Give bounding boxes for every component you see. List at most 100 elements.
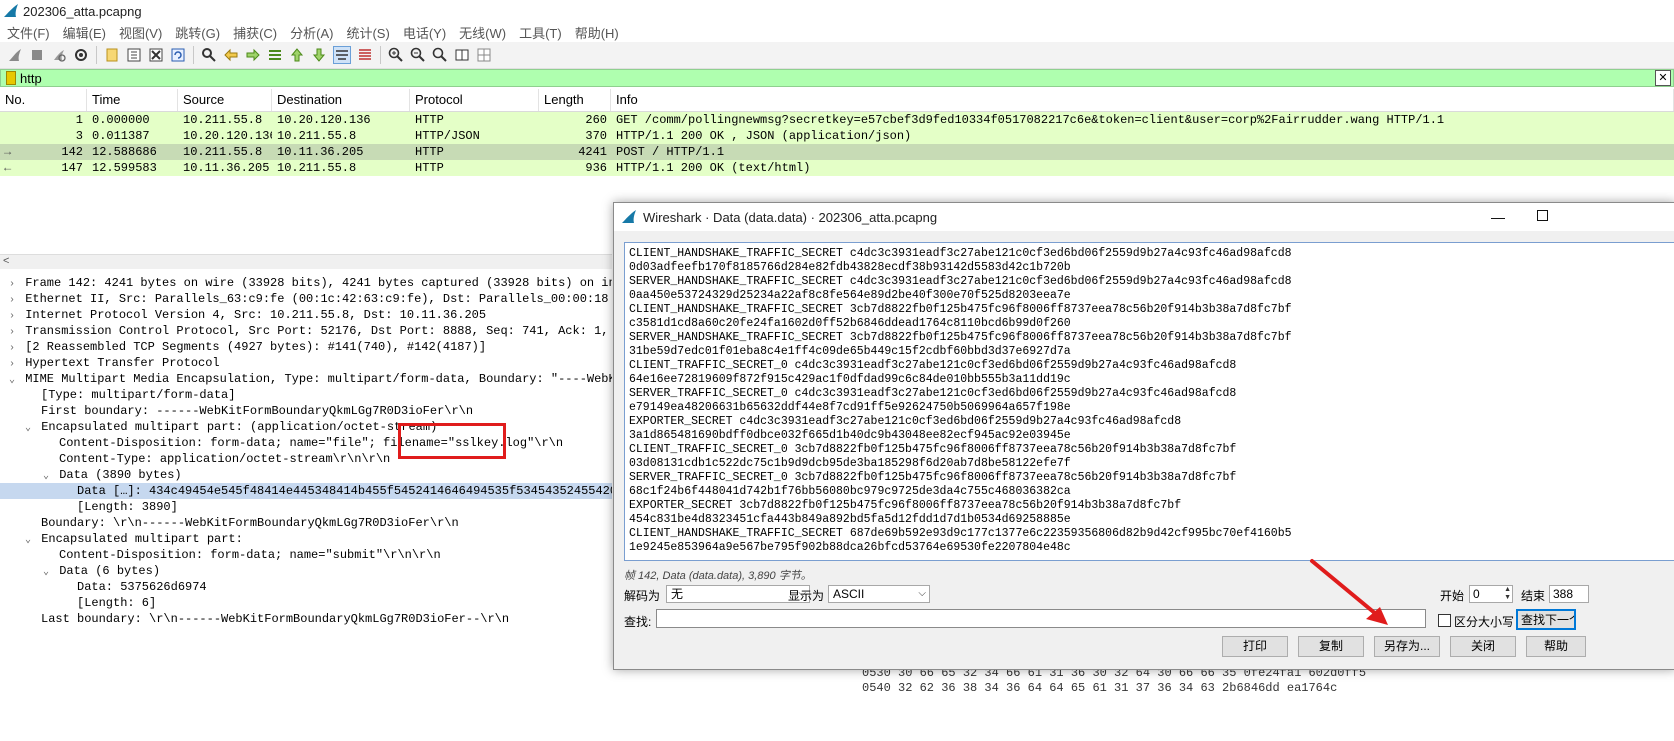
tree-item[interactable]: ⌄ MIME Multipart Media Encapsulation, Ty… <box>0 371 612 387</box>
zoom-normal-icon[interactable] <box>432 47 448 63</box>
tree-item[interactable]: ⌄ Encapsulated multipart part: <box>0 531 612 547</box>
packet-row-selected[interactable]: → 142 12.588686 10.211.55.8 10.11.36.205 … <box>0 144 1674 160</box>
start-spinbox[interactable]: 0 ▲ ▼ <box>1469 585 1513 603</box>
menu-statistics[interactable]: 统计(S) <box>339 23 395 42</box>
column-destination[interactable]: Destination <box>272 89 410 111</box>
bytes-text-view[interactable]: CLIENT_HANDSHAKE_TRAFFIC_SECRET c4dc3c39… <box>624 242 1674 561</box>
stop-capture-icon[interactable] <box>29 47 45 63</box>
last-packet-icon[interactable] <box>311 47 327 63</box>
show-as-label: 显示为 <box>788 589 825 603</box>
zoom-in-icon[interactable] <box>388 47 404 63</box>
packet-time: 0.000000 <box>92 113 150 127</box>
tree-item[interactable]: Content-Disposition: form-data; name="fi… <box>0 435 612 451</box>
restart-capture-icon[interactable] <box>51 47 67 63</box>
colorize-icon[interactable] <box>357 47 373 63</box>
column-source[interactable]: Source <box>178 89 272 111</box>
packet-row[interactable]: ← 147 12.599583 10.11.36.205 10.211.55.8 … <box>0 160 1674 176</box>
resize-columns-icon[interactable] <box>454 47 470 63</box>
packet-list-scrollbar[interactable]: < <box>0 254 612 269</box>
packet-protocol: HTTP <box>415 145 444 159</box>
text-line: 1e9245e853964a9e567be795f902b88dca26bfcd… <box>629 541 1071 554</box>
spin-arrows-icon[interactable]: ▲ ▼ <box>1504 586 1511 602</box>
menu-wireless[interactable]: 无线(W) <box>452 23 512 42</box>
go-back-icon[interactable] <box>223 47 239 63</box>
packet-length: 4241 <box>578 145 607 159</box>
zoom-out-icon[interactable] <box>410 47 426 63</box>
case-sensitive-checkbox[interactable] <box>1438 614 1451 627</box>
tree-item[interactable]: [Length: 3890] <box>0 499 612 515</box>
tree-item[interactable]: Last boundary: \r\n------WebKitFormBound… <box>0 611 612 627</box>
maximize-icon[interactable] <box>1532 207 1552 227</box>
tree-item[interactable]: Content-Disposition: form-data; name="su… <box>0 547 612 563</box>
packet-row[interactable]: 3 0.011387 10.20.120.136 10.211.55.8 HTT… <box>0 128 1674 144</box>
packet-destination: 10.11.36.205 <box>277 145 364 159</box>
menu-analyze[interactable]: 分析(A) <box>283 23 339 42</box>
open-file-icon[interactable] <box>104 47 120 63</box>
tree-item[interactable]: ⌄ Data (3890 bytes) <box>0 467 612 483</box>
menu-edit[interactable]: 编辑(E) <box>56 23 112 42</box>
clear-filter-icon[interactable]: ✕ <box>1655 70 1671 86</box>
end-spinbox[interactable]: 388 <box>1549 585 1589 603</box>
tree-item[interactable]: Content-Type: application/octet-stream\r… <box>0 451 612 467</box>
tree-item[interactable]: [Type: multipart/form-data] <box>0 387 612 403</box>
copy-button[interactable]: 复制 <box>1298 636 1364 657</box>
column-length[interactable]: Length <box>539 89 611 111</box>
go-to-packet-icon[interactable] <box>267 47 283 63</box>
tree-item[interactable]: › Frame 142: 4241 bytes on wire (33928 b… <box>0 275 612 291</box>
bookmark-icon[interactable] <box>6 71 16 85</box>
tree-item[interactable]: Data: 5375626d6974 <box>0 579 612 595</box>
tree-item[interactable]: › Hypertext Transfer Protocol <box>0 355 612 371</box>
text-line: CLIENT_TRAFFIC_SECRET_0 c4dc3c3931eadf3c… <box>629 359 1237 372</box>
find-next-button[interactable]: 查找下一个 <box>1516 609 1576 630</box>
layout-icon[interactable] <box>476 47 492 63</box>
tree-item[interactable]: ⌄ Encapsulated multipart part: (applicat… <box>0 419 612 435</box>
menu-tools[interactable]: 工具(T) <box>512 23 568 42</box>
reload-file-icon[interactable] <box>170 47 186 63</box>
text-line: CLIENT_HANDSHAKE_TRAFFIC_SECRET 687de69b… <box>629 527 1292 540</box>
wireshark-fin-icon <box>4 4 18 17</box>
tree-item[interactable]: [Length: 6] <box>0 595 612 611</box>
menu-go[interactable]: 跳转(G) <box>168 23 226 42</box>
show-as-select[interactable]: ASCII ⌵ <box>828 585 930 603</box>
chevron-down-icon: ⌵ <box>918 588 926 599</box>
find-packet-icon[interactable] <box>201 47 217 63</box>
menu-file[interactable]: 文件(F) <box>0 23 56 42</box>
menu-view[interactable]: 视图(V) <box>112 23 168 42</box>
close-file-icon[interactable] <box>148 47 164 63</box>
column-protocol[interactable]: Protocol <box>410 89 539 111</box>
request-link-icon: → <box>4 145 12 159</box>
packet-row[interactable]: 1 0.000000 10.211.55.8 10.20.120.136 HTT… <box>0 112 1674 128</box>
go-forward-icon[interactable] <box>245 47 261 63</box>
first-packet-icon[interactable] <box>289 47 305 63</box>
tree-item[interactable]: › Internet Protocol Version 4, Src: 10.2… <box>0 307 612 323</box>
tree-item[interactable]: › [2 Reassembled TCP Segments (4927 byte… <box>0 339 612 355</box>
auto-scroll-icon[interactable] <box>333 46 351 64</box>
column-time[interactable]: Time <box>87 89 178 111</box>
packet-length: 370 <box>585 129 607 143</box>
tree-item[interactable]: First boundary: ------WebKitFormBoundary… <box>0 403 612 419</box>
tree-item[interactable]: Boundary: \r\n------WebKitFormBoundaryQk… <box>0 515 612 531</box>
packet-source: 10.11.36.205 <box>183 161 270 175</box>
save-as-button[interactable]: 另存为... <box>1374 636 1440 657</box>
save-file-icon[interactable] <box>126 47 142 63</box>
help-button[interactable]: 帮助 <box>1526 636 1586 657</box>
tree-item[interactable]: › Ethernet II, Src: Parallels_63:c9:fe (… <box>0 291 612 307</box>
menu-telephony[interactable]: 电话(Y) <box>396 23 452 42</box>
print-button[interactable]: 打印 <box>1222 636 1288 657</box>
close-button[interactable]: 关闭 <box>1450 636 1516 657</box>
menu-capture[interactable]: 捕获(C) <box>226 23 283 42</box>
tree-item-selected[interactable]: Data […]: 434c49454e545f48414e445348414b… <box>0 483 612 499</box>
minimize-icon[interactable]: — <box>1488 207 1508 227</box>
capture-options-icon[interactable] <box>73 47 89 63</box>
tree-item[interactable]: ⌄ Data (6 bytes) <box>0 563 612 579</box>
start-capture-icon[interactable] <box>7 47 23 63</box>
menu-help[interactable]: 帮助(H) <box>568 23 625 42</box>
display-filter-input[interactable] <box>20 70 1655 86</box>
column-info[interactable]: Info <box>611 89 1674 111</box>
text-line: EXPORTER_SECRET 3cb7d8822fb0f125b475fc96… <box>629 499 1182 512</box>
scroll-left-icon[interactable]: < <box>3 255 9 267</box>
annotation-arrow <box>1310 559 1388 625</box>
text-line: 31be59d7edc01f01eba8c4e1ff4c09de65b449c1… <box>629 345 1071 358</box>
tree-item[interactable]: › Transmission Control Protocol, Src Por… <box>0 323 612 339</box>
column-no[interactable]: No. <box>0 89 87 111</box>
